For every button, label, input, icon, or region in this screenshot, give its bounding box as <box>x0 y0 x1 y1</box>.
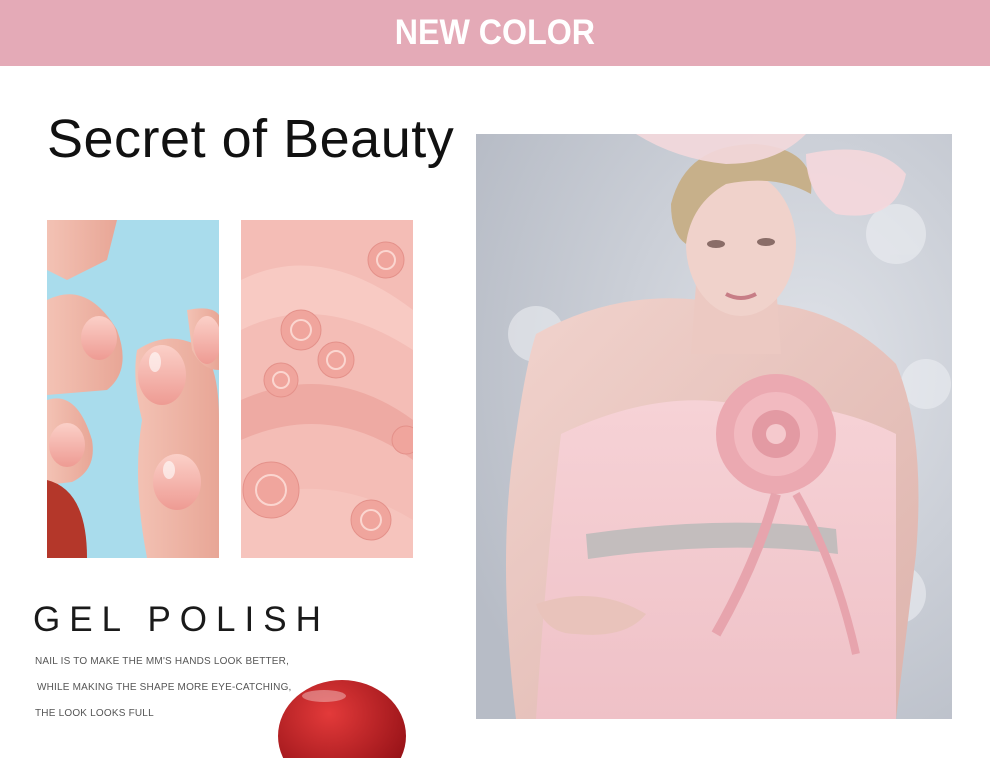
model-illustration <box>476 134 952 719</box>
product-title: GEL POLISH <box>33 600 330 639</box>
product-description-line: THE LOOK LOOKS FULL <box>35 708 154 719</box>
banner-title: NEW COLOR <box>394 13 596 52</box>
nails-photo <box>47 220 219 558</box>
fabric-photo <box>241 220 413 558</box>
polish-bottle-image <box>276 678 408 763</box>
nails-illustration <box>47 220 219 558</box>
polish-bottle-illustration <box>278 680 406 763</box>
model-photo <box>476 134 952 719</box>
fabric-illustration <box>241 220 413 558</box>
product-description-line: NAIL IS TO MAKE THE MM'S HANDS LOOK BETT… <box>35 656 290 667</box>
page-headline: Secret of Beauty <box>47 109 455 169</box>
top-banner: NEW COLOR <box>0 0 990 66</box>
product-description-line: WHILE MAKING THE SHAPE MORE EYE-CATCHING… <box>37 682 292 693</box>
